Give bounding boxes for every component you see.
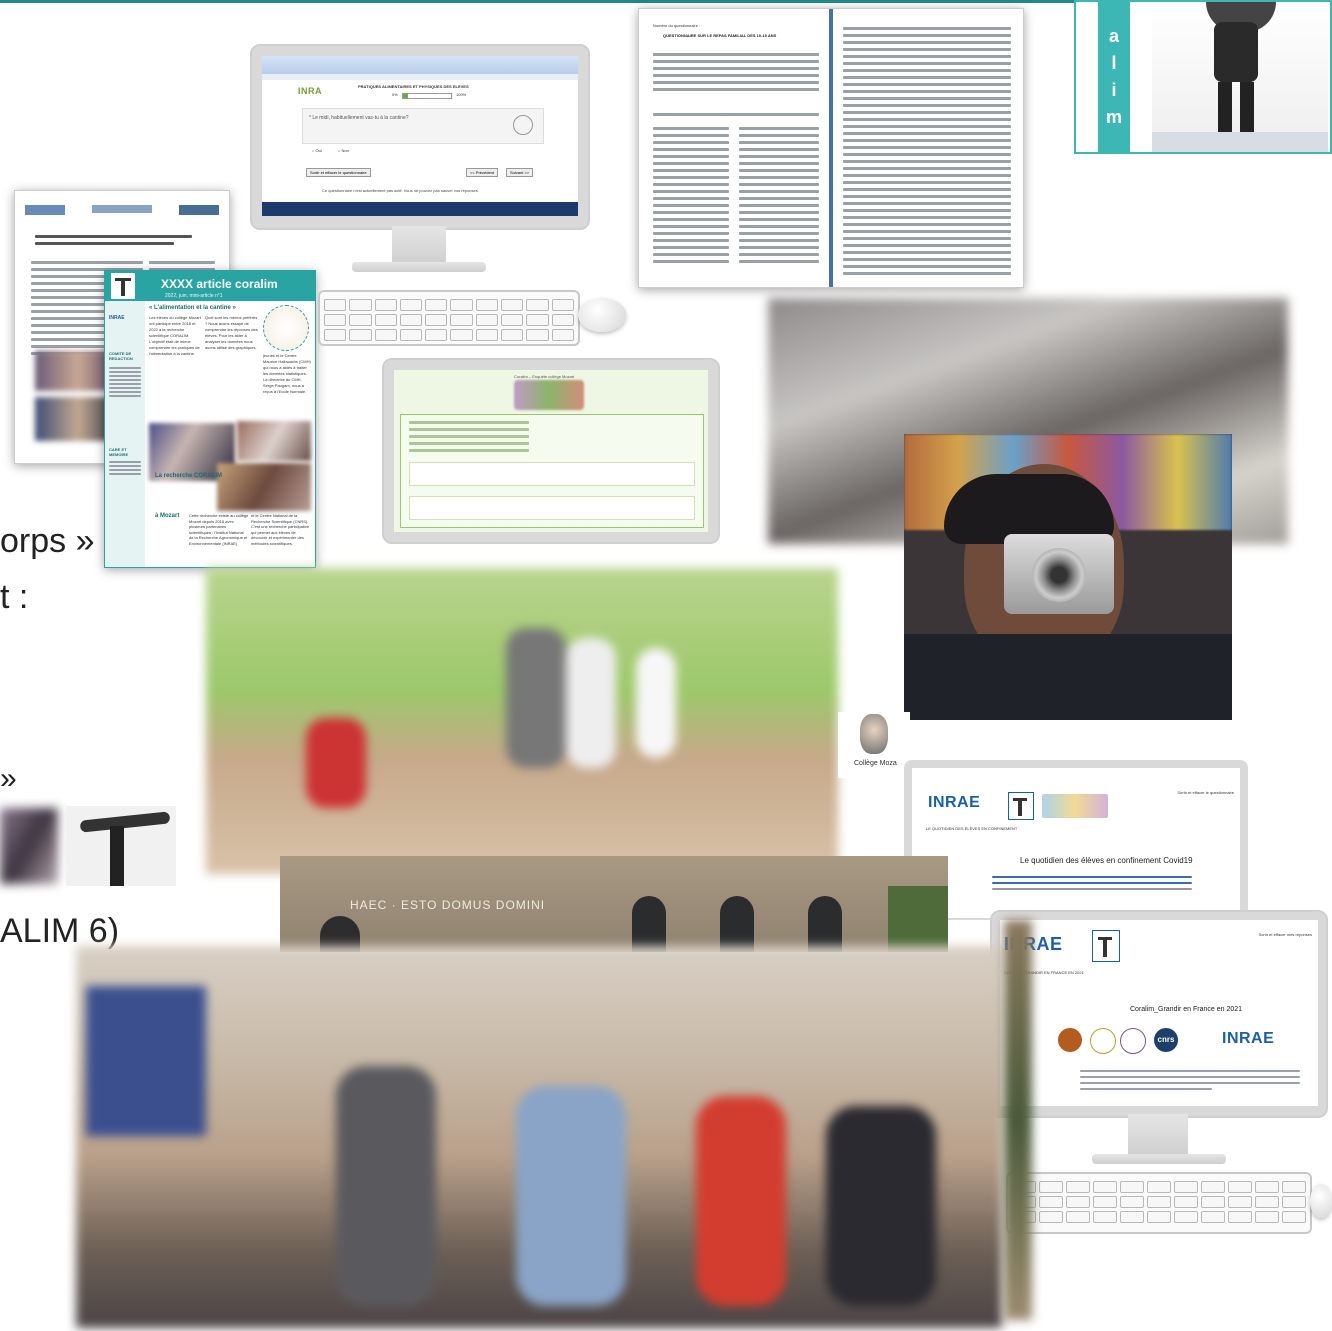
photo-right-edge <box>1004 920 1032 1320</box>
monitor-2: Coralim – Enquête collège Mozart <box>382 358 720 544</box>
coralim-banner: a l i m <box>1074 0 1332 154</box>
newsletter-bottom-left: Cette recherche existe au collège Mozart… <box>189 513 249 546</box>
option-no-label: Non <box>341 148 349 153</box>
newsletter-col-left: Les élèves du collège Mozart ont partici… <box>149 315 201 356</box>
mozart-thumbnail: Collège Moza <box>838 712 910 778</box>
exit-button[interactable]: Sortir et effacer le questionnaire <box>306 168 371 177</box>
monitor-3: INRAE Sortir et effacer le questionnaire… <box>904 760 1248 920</box>
corner-link[interactable]: Sortir et effacer mes réponses <box>1258 932 1312 937</box>
college-label: Collège Moza <box>854 760 897 767</box>
confinement-doodle <box>1042 794 1108 818</box>
monitor-3-screen: INRAE Sortir et effacer le questionnaire… <box>912 768 1240 918</box>
inrae-figure-icon <box>111 273 135 299</box>
option-yes-label: Oui <box>315 148 322 153</box>
newsletter-location: à Mozart <box>155 513 180 519</box>
monitor-4-stand <box>1128 1114 1188 1156</box>
question-box: * Le midi, habituellement vas-tu à la ca… <box>302 108 544 144</box>
inrae-small-logo: INRAE <box>109 315 125 321</box>
photo-people-small-2 <box>66 806 176 886</box>
survey-title: PRATIQUES ALIMENTAIRES ET PHYSIQUES DES … <box>358 84 469 89</box>
building-inscription: HAEC · ESTO DOMUS DOMINI <box>350 898 546 912</box>
utensils-icon <box>513 115 533 135</box>
photo-people-small-1 <box>0 808 58 884</box>
slide-text-1: orps » <box>0 522 95 560</box>
keyboard-1 <box>318 290 580 346</box>
banner-letter-column: a l i m <box>1098 2 1130 154</box>
gallery-title: Coralim – Enquête collège Mozart <box>514 374 575 379</box>
newsletter-col-mid: Quel sont les menus préférés ? Nous avon… <box>205 315 258 350</box>
inra-logo: INRA <box>298 86 322 96</box>
progress-start: 0% <box>392 92 398 97</box>
mouse-4 <box>1310 1184 1332 1218</box>
mozart-portrait <box>860 714 888 754</box>
questionnaire-title: QUESTIONNAIRE SUR LE REPAS FAMILIAL DES … <box>663 33 777 38</box>
keyboard-4 <box>1006 1172 1312 1234</box>
newsletter-coralim: XXXX article coralim 2022, juin, mini-ar… <box>104 270 316 568</box>
option-no[interactable]: ○ Non <box>338 148 349 153</box>
progress-fill <box>403 94 408 98</box>
next-button[interactable]: Suivant >> <box>506 168 534 177</box>
grandir-headline: Coralim_Grandir en France en 2021 <box>1130 1006 1243 1013</box>
gallery-logo <box>514 380 584 410</box>
questionnaire-number: Numéro du questionnaire : <box>653 23 701 28</box>
coralim-badge <box>263 305 309 351</box>
monitor-4-screen: INRAE Sortir et effacer mes réponses COR… <box>1000 920 1318 1106</box>
browser-chrome <box>262 56 578 74</box>
photo-classroom-bottom <box>76 946 1002 1328</box>
newsletter-bottom-right: et le Centre National de la Recherche Sc… <box>251 513 310 546</box>
monitor-1: INRA PRATIQUES ALIMENTAIRES ET PHYSIQUES… <box>250 44 590 230</box>
inrae-figure-icon <box>1008 792 1034 820</box>
progress-bar <box>402 93 452 99</box>
banner-letter: a <box>1108 26 1119 46</box>
inrae-logo-partner: INRAE <box>1222 1030 1275 1047</box>
monitor-1-base <box>352 262 486 272</box>
newsletter-photo-3 <box>217 463 311 511</box>
partner-logos: cnrs INRAE <box>1058 1026 1314 1054</box>
newsletter-section: La recherche CORALIM <box>155 473 223 479</box>
monitor-1-screen: INRA PRATIQUES ALIMENTAIRES ET PHYSIQUES… <box>262 56 578 216</box>
newsletter-col-right: jeunes et le Centre Maurice Halbwachs (C… <box>263 353 311 394</box>
sidebar2-title: CARE ET MEMOIRE <box>109 447 129 457</box>
questionnaire-spread: Numéro du questionnaire : QUESTIONNAIRE … <box>638 8 1024 288</box>
banner-letter: i <box>1111 80 1117 100</box>
survey-footer-note: Ce questionnaire n'est actuellement pas … <box>322 188 479 193</box>
corner-link[interactable]: Sortir et effacer le questionnaire <box>1177 790 1234 795</box>
photo-boy-camera <box>904 434 1232 720</box>
question-text: * Le midi, habituellement vas-tu à la ca… <box>309 115 409 121</box>
newsletter-title: XXXX article coralim <box>161 277 278 291</box>
slide-text-2: t : <box>0 578 29 616</box>
sidebar-title: COMITE DE REDACTION <box>109 351 133 361</box>
monitor-2-screen: Coralim – Enquête collège Mozart <box>394 370 708 532</box>
banner-letter: m <box>1105 107 1122 127</box>
newsletter-heading: « L'alimentation et la cantine » <box>149 305 236 311</box>
confinement-headline: Le quotidien des élèves en confinement C… <box>1020 856 1193 865</box>
option-yes[interactable]: ○ Oui <box>312 148 322 153</box>
banner-letter: l <box>1111 53 1117 73</box>
inrae-figure-icon <box>1092 930 1120 962</box>
progress-end: 100% <box>456 92 467 97</box>
monitor-1-stand <box>392 226 446 264</box>
previous-button[interactable]: << Précédent <box>466 168 499 177</box>
newsletter-header: XXXX article coralim 2022, juin, mini-ar… <box>105 271 315 301</box>
monitor-4-base <box>1092 1154 1226 1164</box>
slide-text-3: » <box>0 762 17 795</box>
mouse-1 <box>578 298 626 332</box>
cnrs-logo: cnrs <box>1154 1028 1178 1052</box>
inrae-logo-3: INRAE <box>928 794 981 811</box>
monitor-4: INRAE Sortir et effacer mes réponses COR… <box>990 910 1328 1118</box>
confinement-subtitle: LE QUOTIDIEN DES ÉLÈVES EN CONFINEMENT <box>926 826 1018 831</box>
newsletter-photo-2 <box>237 421 311 461</box>
taskbar <box>262 202 578 216</box>
photo-dance-studio <box>206 568 838 874</box>
banner-photo <box>1152 2 1328 152</box>
camera-icon <box>1004 534 1114 614</box>
photo-building: HAEC · ESTO DOMUS DOMINI <box>280 856 948 952</box>
survey-page: INRA PRATIQUES ALIMENTAIRES ET PHYSIQUES… <box>262 80 578 202</box>
newsletter-sidebar: INRAE COMITE DE REDACTION CARE ET MEMOIR… <box>105 301 145 567</box>
newsletter-subtitle: 2022, juin, mini-article n°1 <box>165 293 223 299</box>
gallery-form <box>400 414 704 528</box>
